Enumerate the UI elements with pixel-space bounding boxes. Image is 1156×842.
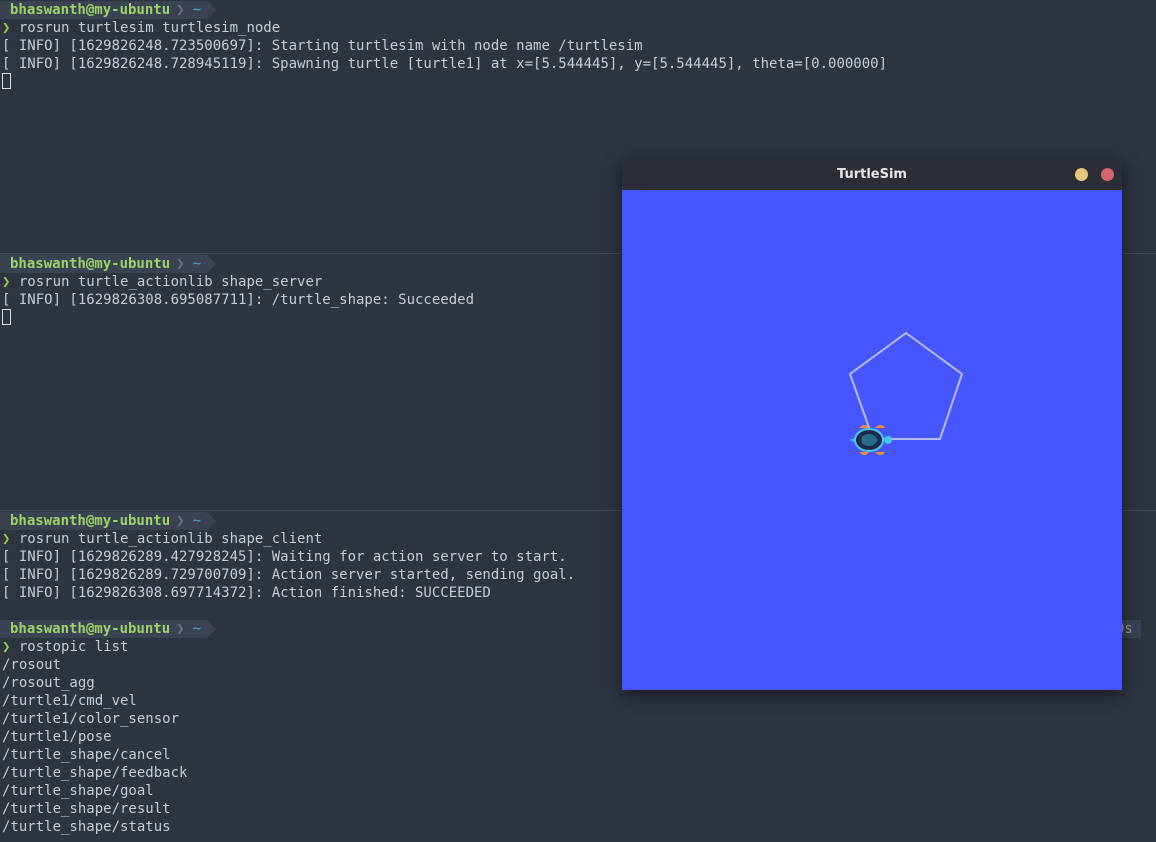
topic-item: /turtle_shape/goal <box>2 783 154 799</box>
prompt-end-arrow-icon <box>207 512 217 530</box>
output-line: [ INFO] [1629826248.723500697]: Starting… <box>2 38 643 54</box>
prompt-bar: bhaswanth@my-ubuntu ❯ ~ <box>0 1 217 19</box>
turtle-icon <box>849 425 892 455</box>
prompt-user: bhaswanth@my-ubuntu <box>0 1 177 19</box>
canvas-svg <box>848 331 964 455</box>
prompt-dir: ~ <box>184 512 208 530</box>
prompt-separator-icon: ❯ <box>176 512 185 530</box>
topic-item: /rosout_agg <box>2 675 95 691</box>
prompt-bar: bhaswanth@my-ubuntu ❯ ~ <box>0 255 217 273</box>
prompt-end-arrow-icon <box>207 620 217 638</box>
prompt-symbol: ❯ <box>2 20 11 36</box>
prompt-symbol: ❯ <box>2 639 11 655</box>
output-line: [ INFO] [1629826308.697714372]: Action f… <box>2 585 491 601</box>
prompt-separator-icon: ❯ <box>176 1 185 19</box>
prompt-bar: bhaswanth@my-ubuntu ❯ ~ <box>0 512 217 530</box>
command-text: rosrun turtle_actionlib shape_client <box>18 531 323 547</box>
command-text: rosrun turtle_actionlib shape_server <box>18 274 323 290</box>
topic-item: /turtle_shape/feedback <box>2 765 188 781</box>
terminal-cursor <box>2 73 11 89</box>
command-line: ❯ rosrun turtle_actionlib shape_client <box>2 530 322 548</box>
prompt-dir: ~ <box>184 1 208 19</box>
prompt-bar: bhaswanth@my-ubuntu ❯ ~ <box>0 620 217 638</box>
turtlesim-canvas <box>622 190 1122 690</box>
output-line: [ INFO] [1629826289.729700709]: Action s… <box>2 567 576 583</box>
topic-item: /turtle1/color_sensor <box>2 711 180 727</box>
output-line: [ INFO] [1629826248.728945119]: Spawning… <box>2 56 888 72</box>
prompt-end-arrow-icon <box>207 1 217 19</box>
command-text: rostopic list <box>18 639 129 655</box>
pentagon-path <box>848 331 964 440</box>
topic-item: /rosout <box>2 657 62 673</box>
minimize-button[interactable] <box>1075 168 1088 181</box>
prompt-dir: ~ <box>184 620 208 638</box>
prompt-symbol: ❯ <box>2 274 11 290</box>
prompt-user: bhaswanth@my-ubuntu <box>0 255 177 273</box>
command-line: ❯ rosrun turtlesim turtlesim_node <box>2 19 280 37</box>
topic-item: /turtle1/cmd_vel <box>2 693 137 709</box>
turtlesim-window[interactable]: TurtleSim <box>622 160 1122 690</box>
window-titlebar[interactable]: TurtleSim <box>622 160 1122 190</box>
topic-item: /turtle_shape/result <box>2 801 171 817</box>
command-line: ❯ rostopic list <box>2 638 128 656</box>
close-button[interactable] <box>1101 168 1114 181</box>
output-line: [ INFO] [1629826308.695087711]: /turtle_… <box>2 292 475 308</box>
command-line: ❯ rosrun turtle_actionlib shape_server <box>2 273 322 291</box>
prompt-end-arrow-icon <box>207 255 217 273</box>
output-line: [ INFO] [1629826289.427928245]: Waiting … <box>2 549 567 565</box>
topic-item: /turtle1/pose <box>2 729 112 745</box>
prompt-user: bhaswanth@my-ubuntu <box>0 512 177 530</box>
prompt-separator-icon: ❯ <box>176 620 185 638</box>
prompt-separator-icon: ❯ <box>176 255 185 273</box>
prompt-symbol: ❯ <box>2 531 11 547</box>
topic-item: /turtle_shape/cancel <box>2 747 171 763</box>
window-title: TurtleSim <box>837 167 907 182</box>
prompt-dir: ~ <box>184 255 208 273</box>
prompt-user: bhaswanth@my-ubuntu <box>0 620 177 638</box>
command-text: rosrun turtlesim turtlesim_node <box>18 20 281 36</box>
terminal-cursor <box>2 309 11 325</box>
topic-item: /turtle_shape/status <box>2 819 171 835</box>
